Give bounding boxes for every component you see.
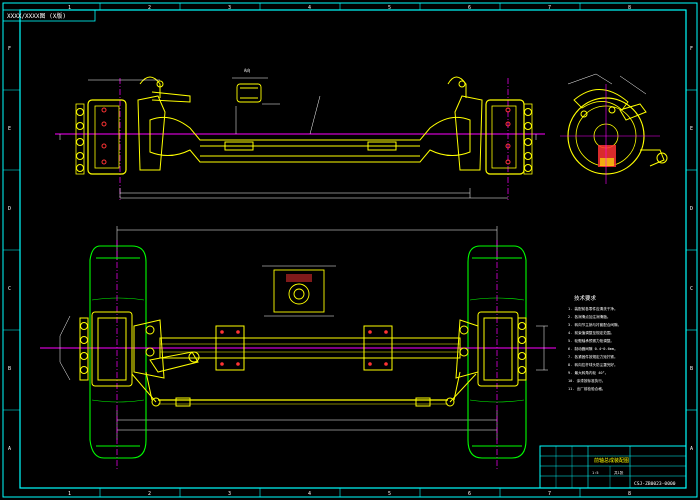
title-block-name: 前轴总成装配图 — [594, 457, 629, 464]
zone-letter: A — [8, 446, 11, 452]
zone-number: 3 — [228, 491, 231, 497]
zone-number: 2 — [148, 5, 151, 11]
zone-letter: D — [8, 206, 11, 212]
zone-letter: B — [8, 366, 11, 372]
zone-number: 7 — [548, 5, 551, 11]
title-block: 前轴总成装配图 CSJ-ZB0023-0000 1:5 共1张 — [539, 445, 687, 489]
title-block-scale: 1:5 — [592, 471, 599, 475]
zone-number: 5 — [388, 5, 391, 11]
zone-letter: E — [690, 126, 693, 132]
tech-line: 10. 涂漆按标准执行。 — [568, 378, 605, 383]
zone-letter: D — [690, 206, 693, 212]
tech-line: 5. 轮毂轴承预紧力矩调整。 — [568, 338, 614, 343]
tech-line: 4. 前束值调整至规定范围。 — [568, 330, 614, 335]
zone-number: 4 — [308, 491, 311, 497]
left-hub-plan-view — [59, 311, 133, 387]
front-view-dimensions — [59, 79, 537, 199]
zone-letter: C — [8, 286, 11, 292]
zone-number: 8 — [628, 5, 631, 11]
title-block-drawing-number: CSJ-ZB0023-0000 — [634, 481, 676, 487]
tech-line: 7. 各紧固件按规定力矩拧紧。 — [568, 354, 618, 359]
zone-letter: B — [690, 366, 693, 372]
tech-requirements: 技术要求 1. 装配前各零件应清洗干净。 2. 各润滑点加注润滑脂。 3. 转向… — [568, 294, 621, 391]
cad-drawing: XXXX/XXXX图 (X版) 1 2 3 4 5 6 7 8 1 2 3 4 … — [2, 2, 698, 498]
left-hub-front-view — [75, 99, 127, 175]
front-view: A向 — [55, 67, 545, 200]
tech-line: 3. 转向节主销与衬套配合间隙。 — [568, 322, 621, 327]
axle-beam-front-view — [137, 76, 483, 171]
header-label: XXXX/XXXX图 (X版) — [7, 12, 66, 20]
zone-number: 2 — [148, 491, 151, 497]
zone-letter: A — [690, 446, 693, 452]
section-detail-top: A向 — [232, 67, 280, 105]
right-hub-front-view — [485, 99, 533, 175]
tech-line: 8. 转向拉杆球头防尘罩完好。 — [568, 362, 618, 367]
outer-frame — [2, 2, 698, 498]
svg-text:A向: A向 — [244, 67, 250, 73]
header-label-box: XXXX/XXXX图 (X版) — [2, 9, 96, 22]
tech-line: 9. 最大转角内轮 40°。 — [568, 370, 608, 375]
tech-line: 2. 各润滑点加注润滑脂。 — [568, 314, 610, 319]
tech-line: 6. 制动器间隙 0.4~0.6mm。 — [568, 346, 618, 351]
border-ticks — [3, 3, 697, 497]
right-hub-plan-view — [477, 311, 527, 387]
zone-letter: E — [8, 126, 11, 132]
zone-letter: F — [8, 46, 11, 52]
zone-letter: F — [690, 46, 693, 52]
side-view — [560, 73, 668, 184]
zone-number: 6 — [468, 5, 471, 11]
zone-number: 3 — [228, 5, 231, 11]
plan-view — [40, 226, 556, 470]
border-zone-right: F E D C B A — [690, 46, 693, 452]
zone-number: 7 — [548, 491, 551, 497]
section-detail-plan — [262, 265, 336, 317]
zone-number: 1 — [68, 5, 71, 11]
border-zone-bottom: 1 2 3 4 5 6 7 8 — [68, 491, 631, 497]
tech-line: 11. 出厂前检验合格。 — [568, 386, 605, 391]
title-block-sheet: 共1张 — [614, 470, 624, 475]
zone-letter: C — [690, 286, 693, 292]
tech-line: 1. 装配前各零件应清洗干净。 — [568, 306, 618, 311]
zone-number: 1 — [68, 491, 71, 497]
zone-number: 5 — [388, 491, 391, 497]
zone-number: 8 — [628, 491, 631, 497]
tech-requirements-title: 技术要求 — [574, 294, 597, 302]
zone-number: 4 — [308, 5, 311, 11]
border-zone-left: F E D C B A — [8, 46, 11, 452]
zone-number: 6 — [468, 491, 471, 497]
axle-beam-plan-view — [131, 319, 479, 407]
